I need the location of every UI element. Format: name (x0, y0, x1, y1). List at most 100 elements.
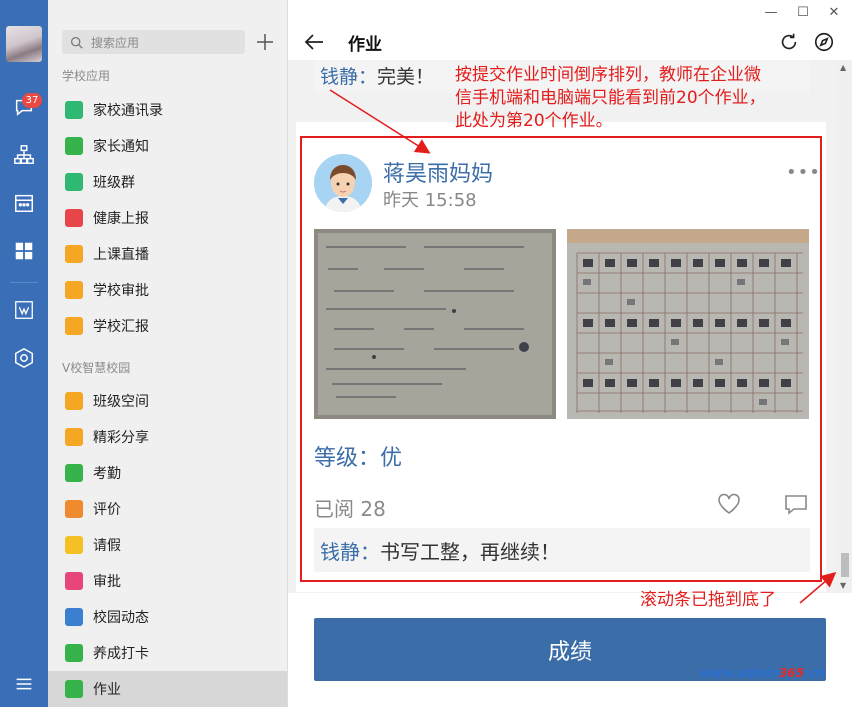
comment-author: 钱静： (320, 66, 378, 88)
sidebar-item-label: 班级群 (93, 175, 135, 191)
grade-label: 等级：优 (314, 446, 403, 471)
scroll-down-icon[interactable]: ▼ (840, 582, 848, 590)
close-icon[interactable]: ✕ (821, 2, 847, 22)
space-icon (65, 392, 83, 410)
menu-icon[interactable] (12, 672, 36, 696)
search-icon (70, 36, 83, 49)
sidebar-item-audit[interactable]: 审批 (48, 563, 287, 599)
sidebar-item-label: 请假 (93, 538, 121, 554)
comment-author: 钱静： (320, 540, 380, 564)
sidebar-item-report[interactable]: 学校汇报 (48, 308, 287, 344)
approval-icon (65, 281, 83, 299)
comment-text: 完美！ (377, 66, 435, 88)
sidebar-item-label: 养成打卡 (93, 646, 149, 662)
more-options-icon[interactable]: ••• (786, 162, 821, 183)
group-icon (65, 173, 83, 191)
sidebar-item-contacts[interactable]: 家校通讯录 (48, 92, 287, 128)
maximize-icon[interactable]: ☐ (790, 2, 816, 22)
homework-feed[interactable]: 钱静：完美！ 蒋昊雨妈妈 昨天 15:58 ••• 等级：优 已阅 28 钱静：… (288, 60, 836, 593)
comment-text: 书写工整，再继续！ (380, 540, 560, 564)
sidebar-item-space[interactable]: 班级空间 (48, 383, 287, 419)
read-count: 已阅 28 (314, 497, 386, 521)
watermark: www.admin365.cn (700, 666, 824, 680)
top-bar: 作业 (288, 24, 852, 60)
sidebar-item-label: 评价 (93, 502, 121, 518)
homework-icon (65, 680, 83, 698)
sidebar-item-label: 家长通知 (93, 139, 149, 155)
sidebar-item-leave[interactable]: 请假 (48, 527, 287, 563)
sidebar-item-homework[interactable]: 作业 (48, 671, 287, 707)
contacts-icon (65, 101, 83, 119)
cube-icon[interactable] (12, 346, 36, 370)
sidebar-item-pinwheel[interactable]: 校园动态 (48, 599, 287, 635)
like-heart-icon[interactable] (716, 492, 742, 516)
watermark-part: www. (700, 666, 738, 680)
back-arrow-icon[interactable] (302, 30, 326, 54)
sidebar-item-label: 作业 (93, 682, 121, 698)
leave-icon (65, 536, 83, 554)
sidebar-item-checkin[interactable]: 养成打卡 (48, 635, 287, 671)
sidebar-item-label: 班级空间 (93, 394, 149, 410)
compass-icon[interactable] (813, 31, 835, 53)
annotation-line: 此处为第20个作业。 (455, 111, 613, 131)
sidebar-item-label: 家校通讯录 (93, 103, 163, 119)
pinwheel-icon (65, 608, 83, 626)
scrollbar-thumb[interactable] (841, 553, 849, 577)
annotation-line: 信手机端和电脑端只能看到前20个作业， (455, 88, 766, 108)
left-rail: 37 (0, 0, 48, 707)
sidebar-item-medal[interactable]: 评价 (48, 491, 287, 527)
org-chart-icon[interactable] (12, 143, 36, 167)
homework-post: 蒋昊雨妈妈 昨天 15:58 ••• 等级：优 已阅 28 钱静：书写工整，再继… (296, 122, 826, 592)
report-icon (65, 317, 83, 335)
work-icon[interactable] (12, 298, 36, 322)
sidebar-item-attendance[interactable]: 考勤 (48, 455, 287, 491)
watermark-part: 365 (778, 666, 804, 680)
calendar-icon[interactable] (12, 191, 36, 215)
post-time: 昨天 15:58 (383, 190, 477, 211)
sidebar-item-approval[interactable]: 学校审批 (48, 272, 287, 308)
teacher-comment: 钱静：书写工整，再继续！ (314, 528, 810, 572)
sidebar-item-label: 审批 (93, 574, 121, 590)
sidebar-item-label: 学校审批 (93, 283, 149, 299)
author-name[interactable]: 蒋昊雨妈妈 (383, 156, 493, 188)
audit-icon (65, 572, 83, 590)
add-icon[interactable] (254, 30, 276, 54)
unread-badge: 37 (22, 93, 42, 108)
search-input[interactable]: 搜索应用 (62, 30, 245, 54)
annotation-note: 按提交作业时间倒序排列，教师在企业微 信手机端和电脑端只能看到前20个作业， 此… (455, 64, 766, 133)
app-panel: 搜索应用 学校应用 家校通讯录家长通知班级群健康上报上课直播学校审批学校汇报 V… (48, 0, 288, 707)
homework-photo-1[interactable] (314, 229, 556, 419)
sidebar-item-label: 学校汇报 (93, 319, 149, 335)
medal-icon (65, 500, 83, 518)
homework-photo-2[interactable] (567, 229, 809, 419)
health-icon (65, 209, 83, 227)
sidebar-item-health[interactable]: 健康上报 (48, 200, 287, 236)
apps-icon[interactable] (12, 239, 36, 263)
attendance-icon (65, 464, 83, 482)
minimize-icon[interactable]: — (758, 2, 784, 22)
rail-divider (10, 282, 38, 283)
sidebar-item-label: 校园动态 (93, 610, 149, 626)
sidebar-item-label: 考勤 (93, 466, 121, 482)
sidebar-item-live[interactable]: 上课直播 (48, 236, 287, 272)
scroll-up-icon[interactable]: ▲ (840, 64, 848, 72)
sidebar-item-label: 上课直播 (93, 247, 149, 263)
section-v-campus: V校智慧校园 (62, 361, 131, 375)
watermark-part: .cn (803, 666, 825, 680)
refresh-icon[interactable] (778, 31, 800, 53)
checkin-icon (65, 644, 83, 662)
live-icon (65, 245, 83, 263)
comment-bubble-icon[interactable] (783, 492, 809, 516)
vertical-scrollbar[interactable]: ▲ ▼ (836, 60, 852, 593)
sidebar-item-camera[interactable]: 精彩分享 (48, 419, 287, 455)
avatar[interactable] (6, 26, 42, 62)
sidebar-item-notice[interactable]: 家长通知 (48, 128, 287, 164)
watermark-part: admin (737, 666, 779, 680)
sidebar-item-label: 健康上报 (93, 211, 149, 227)
annotation-scroll-note: 滚动条已拖到底了 (640, 590, 776, 610)
sidebar-item-label: 精彩分享 (93, 430, 149, 446)
author-avatar[interactable] (314, 154, 372, 212)
sidebar-item-group[interactable]: 班级群 (48, 164, 287, 200)
search-placeholder: 搜索应用 (91, 35, 140, 50)
section-school-apps: 学校应用 (62, 69, 111, 83)
